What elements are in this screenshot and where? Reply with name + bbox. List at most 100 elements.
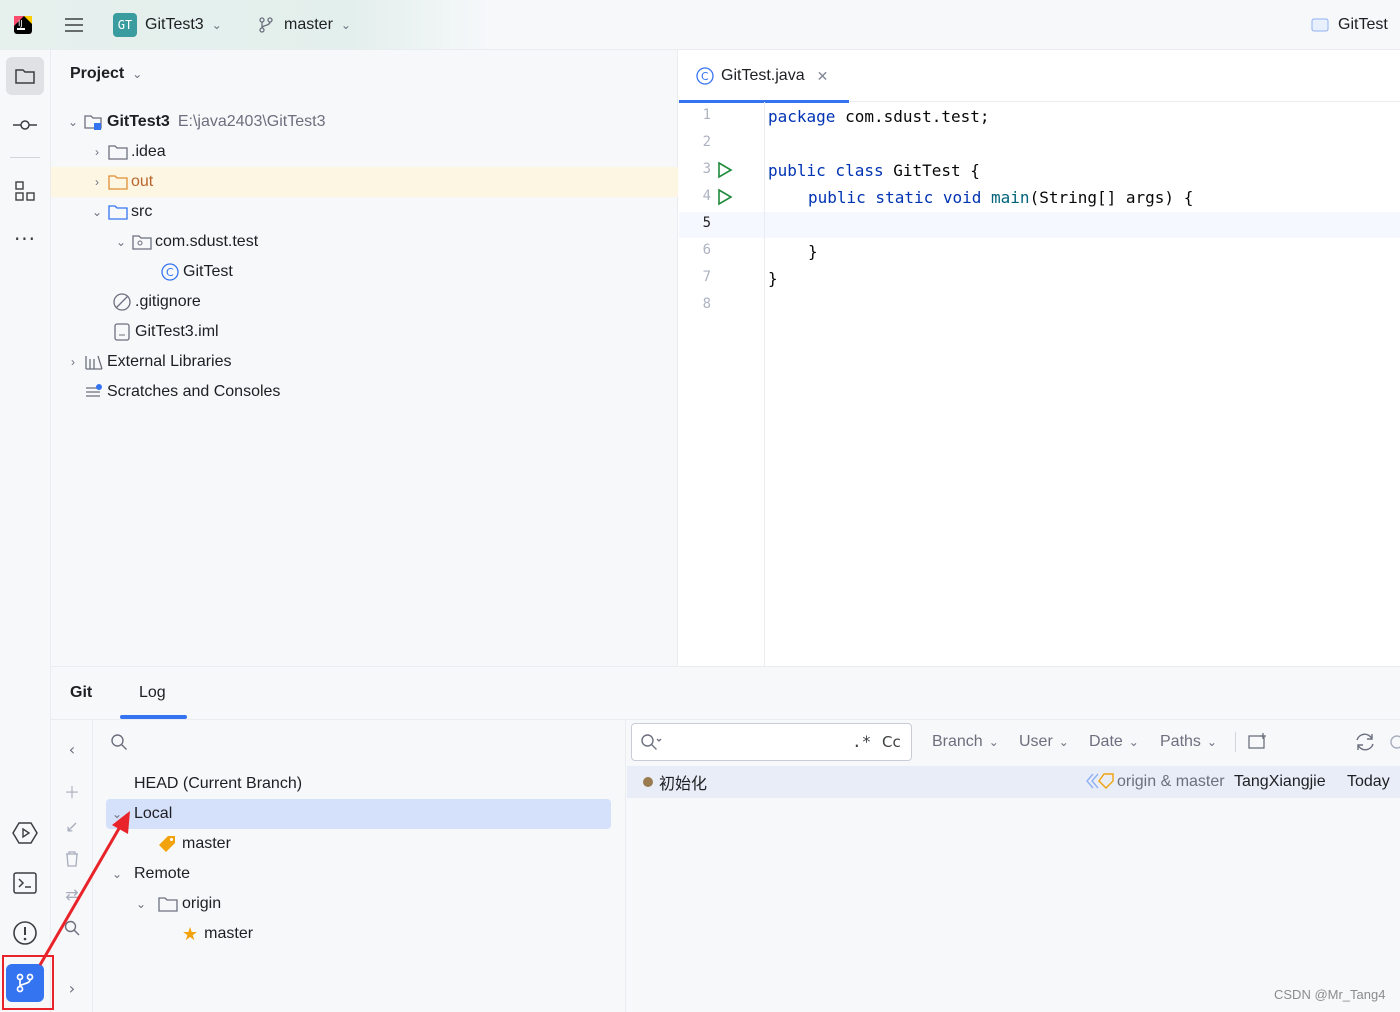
tree-item-iml[interactable]: GitTest3.iml [51, 317, 678, 347]
branch-group-remote[interactable]: ⌄ Remote [106, 859, 190, 889]
plus-icon[interactable]: ＋ [61, 780, 83, 802]
branch-local-master[interactable]: master [158, 829, 231, 859]
branch-switcher[interactable]: master ⌄ [257, 0, 351, 50]
code-keyword: public static void [808, 188, 982, 207]
chevron-down-icon: ⌄ [132, 67, 143, 81]
compare-icon[interactable]: ⇄ [61, 883, 83, 905]
current-line-highlight [679, 212, 1400, 238]
settings-icon[interactable] [1387, 732, 1400, 756]
star-icon: ★ [182, 923, 199, 944]
search-icon [640, 733, 662, 755]
chevron-right-icon[interactable]: › [61, 977, 83, 999]
java-class-icon: C [696, 67, 714, 85]
filter-label: Paths [1160, 733, 1201, 750]
line-number: 5 [702, 215, 711, 231]
filter-label: Branch [932, 733, 983, 750]
tree-item-idea[interactable]: › .idea [51, 137, 678, 167]
chevron-down-icon: ⌄ [91, 205, 103, 219]
services-tool-button[interactable] [6, 814, 44, 852]
tree-item-label: .gitignore [135, 293, 201, 310]
tree-item-out[interactable]: › out [51, 167, 678, 197]
commit-row[interactable]: 初始化 origin & master TangXiangjie Today [627, 766, 1400, 798]
branch-group-origin[interactable]: ⌄ origin [130, 889, 221, 919]
editor-tab-gittest[interactable]: C GitTest.java ✕ [679, 50, 849, 103]
branch-label: master [182, 835, 231, 852]
git-log-pane: ‹ ＋ ↙ ⇄ › HEAD (Current Branch) ⌄ Local [51, 719, 1400, 1012]
filter-paths[interactable]: Paths ⌄ [1160, 723, 1217, 761]
code-text: (String[] args) { [1029, 188, 1194, 207]
run-gutter-icon[interactable] [717, 188, 733, 206]
project-tool-button[interactable] [6, 57, 44, 95]
filter-date[interactable]: Date ⌄ [1089, 723, 1139, 761]
code-keyword: public class [768, 161, 884, 180]
terminal-tool-button[interactable] [6, 864, 44, 902]
commit-refs: origin & master [1117, 773, 1225, 790]
branch-remote-master[interactable]: ★ master [182, 919, 253, 949]
tree-item-gitignore[interactable]: .gitignore [51, 287, 678, 317]
tree-item-scratches[interactable]: Scratches and Consoles [51, 377, 678, 407]
chevron-left-icon[interactable]: ‹ [61, 738, 83, 760]
structure-tool-button[interactable] [6, 172, 44, 210]
more-tools-button[interactable]: ··· [6, 220, 44, 258]
structure-icon [15, 181, 35, 201]
code-line-3[interactable]: public class GitTest { [768, 161, 980, 180]
chevron-down-icon: ⌄ [111, 807, 123, 821]
close-icon[interactable]: ✕ [817, 68, 829, 85]
filter-label: User [1019, 733, 1053, 750]
editor: C GitTest.java ✕ 1 2 3 4 5 6 7 8 package… [679, 50, 1400, 666]
problems-tool-button[interactable] [6, 914, 44, 952]
chevron-down-icon: ⌄ [115, 235, 127, 249]
library-icon [83, 352, 105, 372]
chevron-right-icon: › [71, 355, 75, 369]
code-line-6[interactable]: } [808, 242, 818, 261]
source-folder-icon [107, 202, 129, 222]
line-number: 1 [702, 107, 711, 123]
branch-head[interactable]: HEAD (Current Branch) [134, 769, 302, 799]
refresh-icon[interactable] [1354, 732, 1376, 756]
update-arrow-icon[interactable]: ↙ [61, 815, 83, 837]
filter-branch[interactable]: Branch ⌄ [932, 723, 999, 761]
commit-tool-button[interactable] [6, 106, 44, 144]
chevron-down-icon: ⌄ [1206, 735, 1217, 749]
tree-item-label: out [131, 173, 154, 190]
tree-item-package[interactable]: ⌄ com.sdust.test [51, 227, 678, 257]
main-menu-icon[interactable] [62, 0, 86, 50]
app-logo-icon[interactable]: IJ [12, 0, 34, 50]
annotation-highlight-box [2, 955, 54, 1010]
tab-log[interactable]: Log [139, 667, 166, 719]
run-gutter-icon[interactable] [717, 161, 733, 179]
code-line-4[interactable]: public static void main(String[] args) { [808, 188, 1193, 207]
trash-icon[interactable] [61, 848, 83, 870]
tree-item-src[interactable]: ⌄ src [51, 197, 678, 227]
branch-group-local[interactable]: ⌄ Local [106, 799, 611, 829]
regex-toggle[interactable]: .* [852, 732, 871, 751]
terminal-icon [13, 872, 37, 894]
run-config-selector[interactable]: GitTest [1311, 0, 1388, 50]
line-number: 3 [702, 161, 711, 177]
project-switcher[interactable]: GT GitTest3 ⌄ [113, 0, 222, 50]
tree-item-gittest-class[interactable]: C GitTest [51, 257, 678, 287]
chevron-down-icon: ⌄ [211, 18, 222, 32]
filter-user[interactable]: User ⌄ [1019, 723, 1069, 761]
code-line-1[interactable]: package com.sdust.test; [768, 107, 990, 126]
chevron-right-icon: › [95, 145, 99, 159]
tree-item-label: .idea [131, 143, 166, 160]
commit-log-panel: .* Cc Branch ⌄ User ⌄ Date ⌄ Paths ⌄ 初始化 [627, 720, 1400, 1012]
tree-item-external-libraries[interactable]: › External Libraries [51, 347, 678, 377]
tree-item-label: External Libraries [107, 353, 232, 370]
search-icon[interactable] [110, 733, 128, 755]
commit-author: TangXiangjie [1234, 773, 1326, 790]
root-label: GitTest3 [107, 113, 170, 130]
code-line-7[interactable]: } [768, 269, 778, 288]
branch-group-label: Remote [134, 865, 191, 882]
search-icon[interactable] [61, 917, 83, 939]
package-icon [131, 232, 153, 252]
tree-item-root[interactable]: ⌄ GitTest3 E:\java2403\GitTest3 [51, 107, 678, 137]
new-tab-icon[interactable] [1248, 732, 1268, 754]
log-search-input[interactable]: .* Cc [631, 723, 912, 761]
chevron-down-icon: ⌄ [340, 18, 351, 32]
project-panel-header[interactable]: Project ⌄ [70, 65, 142, 83]
window-icon [1311, 18, 1329, 32]
match-case-toggle[interactable]: Cc [882, 733, 901, 751]
svg-text:IJ: IJ [18, 19, 23, 28]
